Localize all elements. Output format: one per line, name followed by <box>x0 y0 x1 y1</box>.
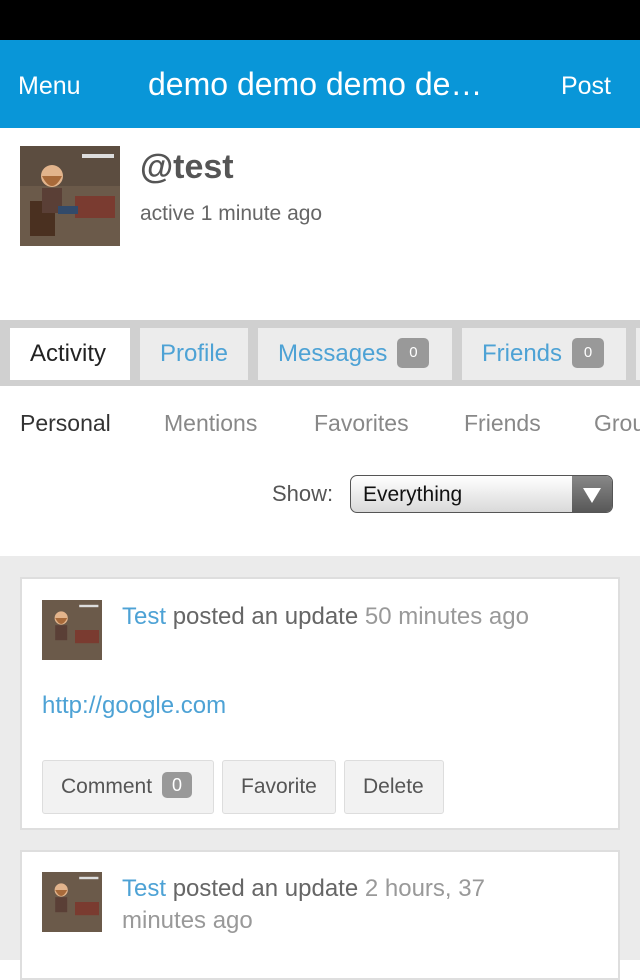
tab-profile[interactable]: Profile <box>140 328 248 380</box>
page-title: demo demo demo demo <box>148 66 493 102</box>
filter-label: Show: <box>272 481 334 506</box>
menu-button[interactable]: Menu <box>18 40 81 132</box>
comment-button-label: Comment <box>61 775 153 798</box>
activity-header: Test posted an update 2 hours, 37 minute… <box>122 873 542 937</box>
subnav-favorites[interactable]: Favorites <box>314 410 409 437</box>
activity-filter-select[interactable]: Everything <box>350 475 613 513</box>
status-bar <box>0 0 640 40</box>
activity-user-link[interactable]: Test <box>122 875 166 902</box>
tab-label: Activity <box>30 340 107 367</box>
tab-label: Profile <box>160 340 229 367</box>
activity-content-link[interactable]: http://google.com <box>42 692 226 720</box>
user-avatar-icon[interactable] <box>42 600 102 660</box>
messages-count-badge: 0 <box>397 337 430 368</box>
comment-button[interactable]: Comment 0 <box>42 760 214 814</box>
chevron-down-icon <box>572 476 612 512</box>
activity-time[interactable]: 50 minutes ago <box>365 603 529 630</box>
activity-user-link[interactable]: Test <box>122 603 166 630</box>
top-nav-bar: Menu demo demo demo demo Post <box>0 40 640 128</box>
tab-more[interactable] <box>636 328 640 380</box>
delete-button[interactable]: Delete <box>344 760 444 814</box>
profile-tabs: Activity Profile Messages 0 Friends 0 <box>0 320 640 386</box>
user-avatar-icon[interactable] <box>42 872 102 932</box>
subnav-personal[interactable]: Personal <box>20 410 111 437</box>
favorite-button[interactable]: Favorite <box>222 760 336 814</box>
subnav-groups[interactable]: Groups <box>594 410 640 437</box>
profile-username: @test <box>140 148 234 186</box>
subnav-mentions[interactable]: Mentions <box>164 410 257 437</box>
tab-friends[interactable]: Friends 0 <box>462 328 626 380</box>
comment-count-badge: 0 <box>162 772 193 799</box>
tab-label: Messages <box>278 340 388 367</box>
activity-action: posted an update <box>172 603 359 630</box>
delete-button-label: Delete <box>363 775 424 798</box>
subnav-friends[interactable]: Friends <box>464 410 541 437</box>
activity-action: posted an update <box>172 875 359 902</box>
activity-subnav: Personal Mentions Favorites Friends Grou… <box>0 386 640 462</box>
user-avatar-icon[interactable] <box>20 146 120 246</box>
activity-header: Test posted an update 50 minutes ago <box>122 601 582 633</box>
favorite-button-label: Favorite <box>241 775 317 798</box>
tab-label: Friends <box>482 340 563 367</box>
tab-messages[interactable]: Messages 0 <box>258 328 452 380</box>
filter-selected-value: Everything <box>363 483 463 506</box>
friends-count-badge: 0 <box>572 337 605 368</box>
profile-last-active: active 1 minute ago <box>140 202 323 225</box>
tab-activity[interactable]: Activity <box>10 328 130 380</box>
post-button[interactable]: Post <box>561 40 611 132</box>
